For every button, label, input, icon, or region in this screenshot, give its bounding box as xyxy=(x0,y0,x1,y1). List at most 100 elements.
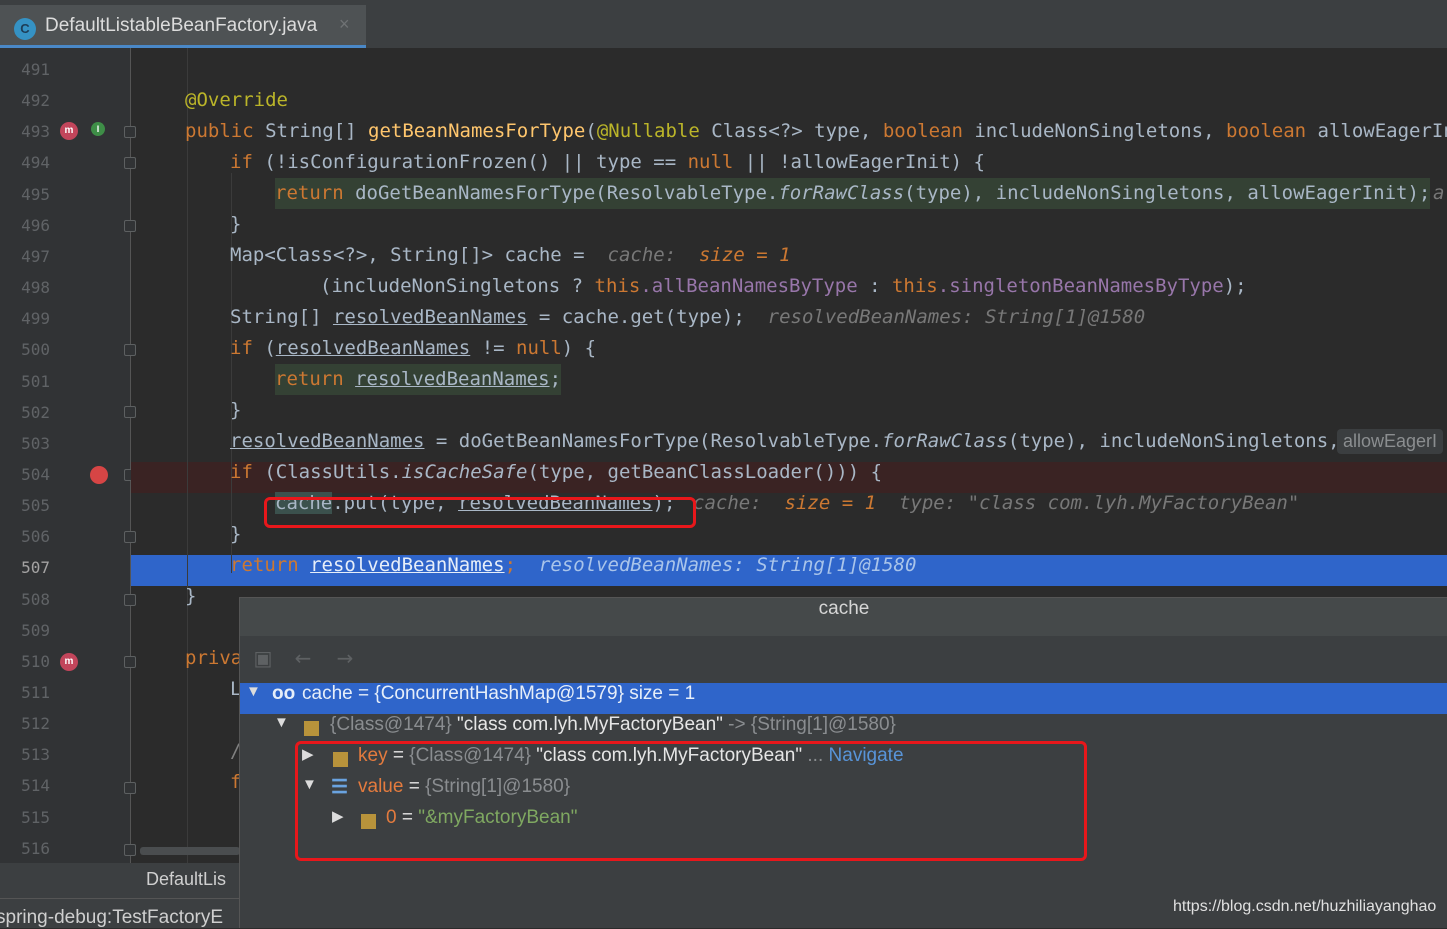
line-number: 496 xyxy=(21,215,50,235)
line-number: 507 xyxy=(21,558,50,578)
code-text: (!isConfigurationFrozen() || type == xyxy=(252,151,688,173)
code-line-497: Map<Class<?>, String[]> cache = cache: s… xyxy=(131,240,1447,271)
tab-defaultlistablebeanfactory[interactable]: C DefaultListableBeanFactory.java × xyxy=(0,5,366,48)
code-line-492: @Override xyxy=(131,85,1447,116)
code-line-503: resolvedBeanNames = doGetBeanNamesForTyp… xyxy=(131,426,1447,457)
implements-icon[interactable]: I xyxy=(91,122,105,136)
line-number: 492 xyxy=(21,91,50,111)
expanded-triangle-icon[interactable]: ▼ xyxy=(274,714,289,731)
annotation-box-cache-put xyxy=(264,497,696,528)
field-icon xyxy=(304,721,319,736)
code-text: ( xyxy=(252,337,276,359)
code-text: (type), includeNonSingletons, allowEager… xyxy=(904,182,1431,204)
code-line-501: return resolvedBeanNames; xyxy=(131,364,1447,395)
pin-icon[interactable]: ▣ xyxy=(250,646,276,670)
code-text: = doGetBeanNamesForType(ResolvableType. xyxy=(424,430,883,452)
code-text: forRawClass xyxy=(778,182,905,204)
code-text: String[] xyxy=(230,306,333,328)
code-line-500: if (resolvedBeanNames != null) { xyxy=(131,333,1447,364)
code-text: } xyxy=(230,399,242,421)
keyword: if xyxy=(230,461,253,483)
watch-icon: oo xyxy=(272,683,296,704)
code-text: ; xyxy=(549,368,562,390)
override-method-icon[interactable]: m xyxy=(60,122,78,140)
keyword: this xyxy=(891,275,938,297)
expanded-triangle-icon[interactable]: ▼ xyxy=(246,683,261,700)
code-line-494: if (!isConfigurationFrozen() || type == … xyxy=(131,147,1447,178)
back-arrow-icon[interactable]: ← xyxy=(290,646,316,670)
popup-title: cache xyxy=(240,598,1447,636)
bottom-editor-tab[interactable]: DefaultLis xyxy=(0,863,240,898)
inline-hint: cache: xyxy=(607,244,688,266)
line-number: 497 xyxy=(21,246,50,266)
code-text: ); xyxy=(1223,275,1247,297)
code-text: Map<Class<?>, String[]> cache = xyxy=(230,244,597,266)
line-number: 514 xyxy=(21,776,50,796)
inline-hint: cache: xyxy=(693,492,774,514)
debug-session-bar[interactable]: spring-debug:TestFactoryE xyxy=(0,898,240,928)
code-text: isCacheSafe xyxy=(401,461,528,483)
inline-hint: a xyxy=(1433,182,1445,204)
tree-row-cache[interactable]: ▼ oo cache = {ConcurrentHashMap@1579} si… xyxy=(240,683,1447,714)
line-number: 516 xyxy=(21,838,50,858)
line-number: 508 xyxy=(21,589,50,609)
inline-hint-value: size = 1 xyxy=(784,492,877,514)
method-icon[interactable]: m xyxy=(60,653,78,671)
keyword: priva xyxy=(185,647,243,669)
forward-arrow-icon[interactable]: → xyxy=(332,646,358,670)
code-text: forRawClass xyxy=(882,430,1008,452)
code-text: Class<?> type, xyxy=(699,120,883,142)
entry-type: {Class@1474} xyxy=(330,714,458,735)
equals: = xyxy=(352,683,375,704)
field-name: .singletonBeanNamesByType xyxy=(937,275,1224,297)
debug-session-label: spring-debug:TestFactoryE xyxy=(0,907,224,928)
tab-title: DefaultListableBeanFactory.java xyxy=(45,15,318,36)
class-icon: C xyxy=(14,18,36,40)
line-number: 511 xyxy=(21,683,50,702)
horizontal-scrollbar[interactable] xyxy=(140,847,240,855)
watermark-url: https://blog.csdn.net/huzhiliayanghao xyxy=(1173,898,1437,915)
code-text: includeNonSingletons, xyxy=(962,120,1226,142)
variable-size: size = 1 xyxy=(623,683,696,704)
code-text: != xyxy=(470,337,517,359)
inline-hint: type: "class com.lyh.MyFactoryBean" xyxy=(898,492,1300,514)
code-text: String[] xyxy=(265,120,369,142)
code-line-493: public String[] getBeanNamesForType(@Nul… xyxy=(131,116,1447,147)
line-number: 506 xyxy=(21,527,50,547)
popup-toolbar: ▣ ← → xyxy=(240,636,1447,681)
code-line-496: } xyxy=(131,209,1447,240)
keyword: null xyxy=(687,151,734,173)
line-number: 512 xyxy=(21,714,50,734)
parameter-hint: allowEagerI xyxy=(1337,429,1444,454)
editor-tab-bar: C DefaultListableBeanFactory.java × xyxy=(0,0,1447,48)
line-number: 503 xyxy=(21,433,50,453)
code-line-495: return doGetBeanNamesForType(ResolvableT… xyxy=(131,178,1447,209)
code-text: ( xyxy=(585,120,597,142)
variable: resolvedBeanNames xyxy=(275,337,471,359)
code-text: } xyxy=(185,585,197,607)
line-number: 499 xyxy=(21,309,50,329)
method-name: getBeanNamesForType xyxy=(368,120,586,142)
code-text: (type), includeNonSingletons, xyxy=(1007,430,1340,452)
code-text: allowEagerIni xyxy=(1317,120,1447,142)
line-number: 510 xyxy=(21,651,50,671)
line-number: 493 xyxy=(21,122,50,142)
line-number: 504 xyxy=(21,464,50,484)
code-line-499: String[] resolvedBeanNames = cache.get(t… xyxy=(131,302,1447,333)
annotation-box-key-value xyxy=(295,741,1087,861)
code-text: (ClassUtils. xyxy=(252,461,402,483)
code-text: } xyxy=(230,523,242,545)
inline-hint: resolvedBeanNames: String[1]@1580 xyxy=(767,306,1146,328)
bottom-tab-label: DefaultLis xyxy=(146,869,227,889)
inline-hint-value: size = 1 xyxy=(699,244,791,266)
close-icon[interactable]: × xyxy=(339,14,350,35)
entry-string: "class com.lyh.MyFactoryBean" xyxy=(457,714,723,735)
keyword: return xyxy=(275,368,344,390)
line-number: 502 xyxy=(21,402,50,422)
keyword: this xyxy=(594,275,641,297)
keyword: return xyxy=(275,182,344,204)
keyword: public xyxy=(185,120,266,142)
keyword: boolean xyxy=(882,120,963,142)
breakpoint-icon[interactable] xyxy=(90,466,108,484)
annotation: @Nullable xyxy=(596,120,700,142)
